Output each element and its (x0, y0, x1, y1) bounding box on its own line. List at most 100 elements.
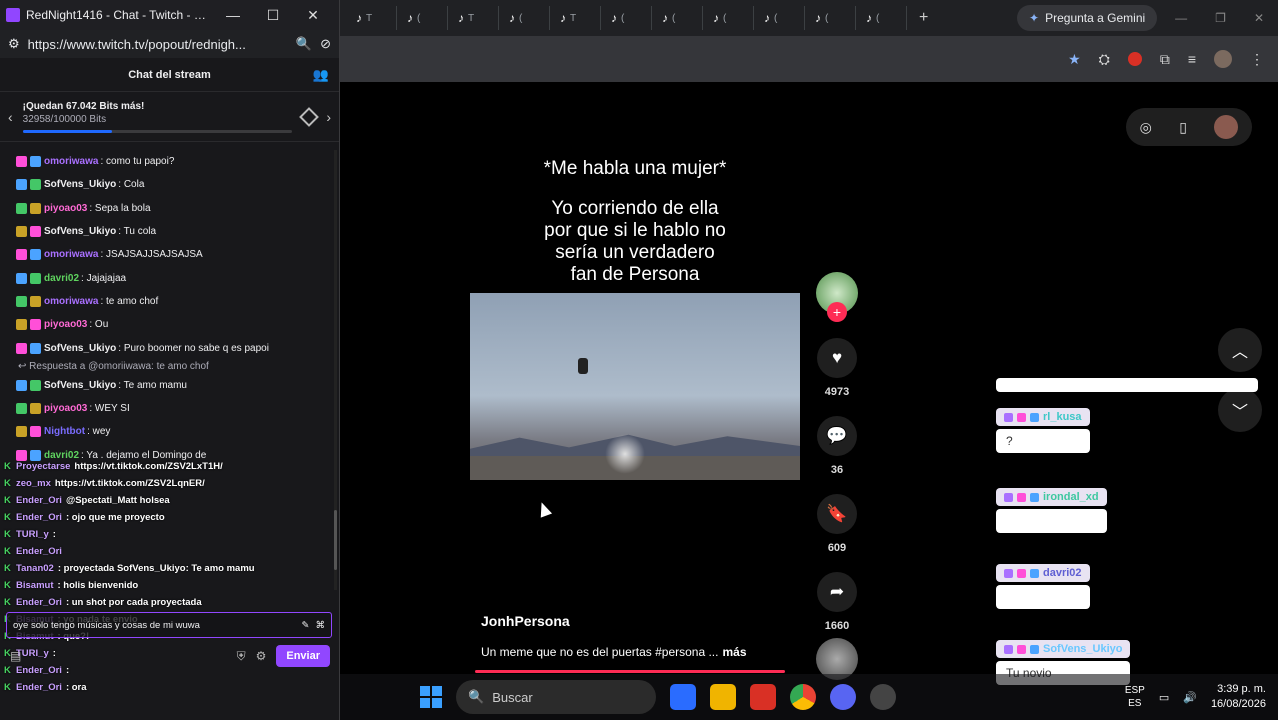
chevron-up-icon[interactable]: ︿ (1218, 328, 1262, 372)
creator-avatar[interactable]: + (816, 272, 858, 322)
badge-icon (1004, 492, 1013, 502)
compass-icon[interactable]: ◎ (1140, 119, 1152, 136)
follow-plus-icon[interactable]: + (827, 302, 847, 322)
browser-tab[interactable]: ♪( (505, 6, 550, 30)
adblock-icon[interactable] (1127, 52, 1142, 66)
mic-off-icon[interactable]: ✎ (302, 620, 310, 631)
chrome-window: ♪ T ♪(♪ T ♪(♪ T ♪(♪(♪(♪(♪(♪( + ✦ Pregunta a Ge… (340, 0, 1278, 720)
like-heart-icon[interactable]: ♥ (817, 338, 857, 378)
extension-icon[interactable]: ⛭ (1099, 51, 1110, 68)
maximize-icon[interactable]: ☐ (253, 7, 293, 24)
chat-text: : Sepa la bola (89, 202, 151, 214)
command-icon[interactable]: ⌘ (316, 620, 326, 631)
chevron-left-icon[interactable]: ‹ (8, 109, 13, 125)
user-avatar[interactable] (1214, 115, 1239, 139)
chat-username[interactable]: davri02 (44, 273, 79, 284)
minimize-icon[interactable]: — (213, 7, 253, 23)
chat-username[interactable]: piyoao03 (44, 203, 87, 214)
badge-icon (16, 295, 27, 307)
chrome-icon[interactable] (790, 684, 816, 710)
puzzle-icon[interactable]: ⧉ (1160, 51, 1170, 68)
close-icon[interactable]: ✕ (293, 7, 333, 24)
url-text[interactable]: https://www.twitch.tv/popout/rednigh... (28, 37, 288, 52)
chat-username[interactable]: SofVens_Ukiyo (44, 226, 116, 237)
browser-tab[interactable]: ♪( (862, 6, 907, 30)
volume-icon[interactable]: 🔊 (1183, 691, 1197, 704)
kick-icon: K (4, 529, 11, 540)
url-bar[interactable]: ⚙ https://www.twitch.tv/popout/rednigh..… (0, 30, 339, 58)
clock[interactable]: 3:39 p. m. 16/08/2026 (1211, 682, 1266, 712)
chat-username[interactable]: SofVens_Ukiyo (44, 179, 116, 190)
tracking-icon[interactable]: ⊘ (320, 36, 331, 52)
zoom-icon[interactable]: 🔍 (296, 36, 312, 52)
badge-icon (30, 226, 41, 238)
chevron-right-icon[interactable]: › (326, 109, 331, 125)
tab-label: ( (825, 12, 829, 24)
browser-tab[interactable]: ♪( (658, 6, 703, 30)
browser-tab[interactable]: ♪ T (352, 6, 397, 30)
more-link[interactable]: más (722, 645, 746, 659)
windows-start-icon[interactable] (420, 686, 442, 708)
gear-icon[interactable]: ⚙ (256, 649, 267, 663)
caption-top: *Me habla una mujer* (543, 158, 727, 179)
browser-tab[interactable]: ♪( (709, 6, 754, 30)
chat-message: Nightbot: wey (0, 420, 333, 443)
overlay-username: Tanan02 (16, 563, 54, 574)
overlay-message: K Bisamut: holis bienvenido (0, 577, 339, 594)
menu-icon[interactable]: ⋮ (1250, 51, 1264, 68)
close-icon[interactable]: ✕ (1254, 11, 1264, 25)
browser-tab[interactable]: ♪ T (556, 6, 601, 30)
bookmark-icon[interactable]: 🔖 (817, 494, 857, 534)
shield-icon[interactable]: ⛨ (237, 649, 246, 664)
users-icon[interactable]: 👥 (313, 67, 329, 83)
chat-username[interactable]: omoriwawa (44, 249, 98, 260)
send-button[interactable]: Enviar (276, 645, 330, 667)
chat-username[interactable]: SofVens_Ukiyo (44, 380, 116, 391)
overlay-text: https://vt.tiktok.com/ZSV2LqnER/ (54, 478, 205, 489)
site-settings-icon[interactable]: ⚙ (8, 36, 20, 52)
chat-username[interactable]: Nightbot (44, 426, 85, 437)
bookmark-star-icon[interactable]: ★ (1068, 51, 1081, 68)
restore-icon[interactable]: ❐ (1215, 11, 1226, 25)
chat-username[interactable]: SofVens_Ukiyo (44, 343, 116, 354)
profile-avatar[interactable] (1214, 50, 1232, 68)
chat-username[interactable]: omoriwawa (44, 296, 98, 307)
language-indicator[interactable]: ESP ES (1125, 684, 1145, 710)
browser-tab[interactable]: ♪( (607, 6, 652, 30)
media-icon[interactable]: ≡ (1188, 51, 1196, 67)
chat-header-title: Chat del stream (128, 68, 211, 81)
bubble-text (996, 584, 1090, 609)
browser-tab[interactable]: ♪ T (454, 6, 499, 30)
chat-input[interactable]: oye solo tengo músicas y cosas de mi wuw… (6, 612, 332, 638)
browser-tab[interactable]: ♪( (811, 6, 856, 30)
network-icon[interactable]: ▭ (1159, 691, 1169, 704)
folder-icon[interactable] (710, 684, 736, 710)
video-author[interactable]: JonhPersona (481, 613, 570, 629)
share-icon[interactable]: ➦ (817, 572, 857, 612)
chat-username[interactable]: piyoao03 (44, 403, 87, 414)
browser-tab[interactable]: ♪( (760, 6, 805, 30)
phone-icon[interactable]: ▯ (1179, 119, 1187, 136)
badge-icon (1030, 568, 1039, 578)
new-tab-icon[interactable]: + (919, 9, 928, 27)
app-icon-gray[interactable] (870, 684, 896, 710)
badge-icon (16, 226, 27, 238)
video-frame[interactable] (470, 293, 800, 480)
browser-tab[interactable]: ♪( (403, 6, 448, 30)
chat-username[interactable]: piyoao03 (44, 319, 87, 330)
app-icon-red[interactable] (750, 684, 776, 710)
chat-username[interactable]: omoriwawa (44, 156, 98, 167)
calendar-icon[interactable]: ▤ (10, 649, 21, 663)
taskbar-search[interactable]: 🔍 Buscar (456, 680, 656, 714)
comment-icon[interactable]: 💬 (817, 416, 857, 456)
badge-icon (1017, 492, 1026, 502)
app-icon[interactable] (670, 684, 696, 710)
discord-icon[interactable] (830, 684, 856, 710)
gemini-button[interactable]: ✦ Pregunta a Gemini (1017, 5, 1158, 31)
video-progress[interactable] (475, 670, 785, 673)
overlay-message: K Proyectarse https://vt.tiktok.com/ZSV2Lx… (0, 458, 339, 475)
chevron-down-icon[interactable]: ﹀ (1218, 388, 1262, 432)
badge-icon (1017, 412, 1026, 422)
minimize-icon[interactable]: — (1175, 11, 1187, 25)
chat-input-text[interactable]: oye solo tengo músicas y cosas de mi wuw… (13, 620, 296, 631)
